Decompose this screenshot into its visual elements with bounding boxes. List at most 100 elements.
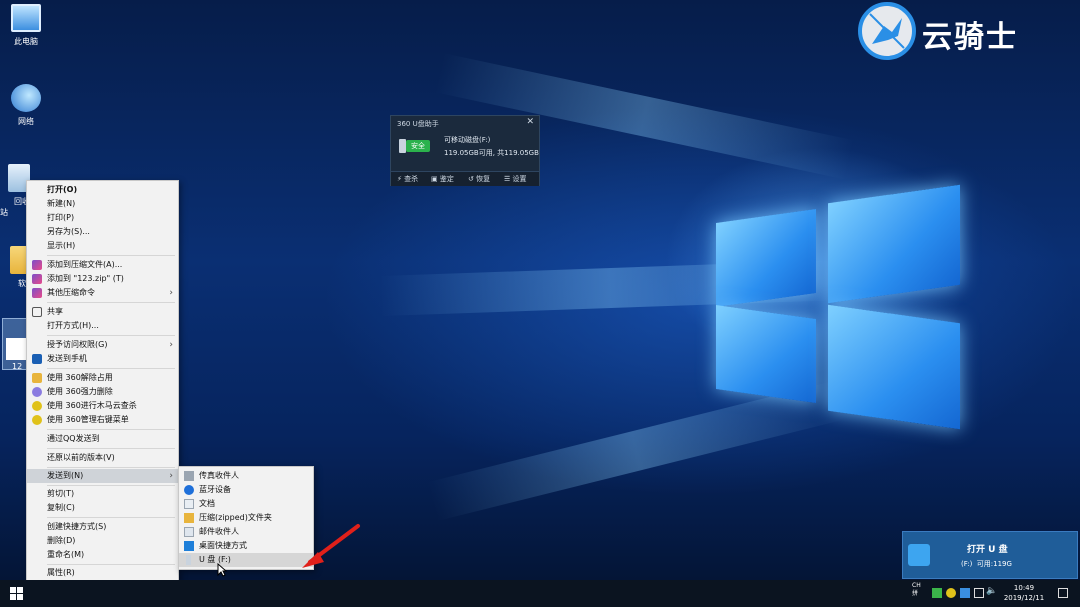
menu-item-360-unlock[interactable]: 使用 360解除占用 [27,371,178,385]
desktop-icon-label: 网络 [18,117,34,126]
menu-separator [47,467,175,468]
winrar-icon [32,288,42,298]
desktop-icon-this-pc[interactable]: 此电脑 [0,4,52,47]
menu-item-new[interactable]: 新建(N) [27,197,178,211]
network-tray-icon[interactable] [974,588,984,598]
menu-separator [47,255,175,256]
desktop-icon-network[interactable]: 网络 [0,84,52,127]
usb-drive-icon [186,555,191,565]
menu-item-print[interactable]: 打印(P) [27,211,178,225]
windows-logo-wallpaper [712,180,964,432]
taskbar-clock[interactable]: 10:49 2019/12/11 [996,583,1052,603]
desktop-icon [184,541,194,551]
popup-title: 360 U盘助手 [397,120,439,128]
sendto-desktop-shortcut[interactable]: 桌面快捷方式 [179,539,313,553]
360-shield-icon [32,415,42,425]
menu-item-360-manage-menu[interactable]: 使用 360管理右键菜单 [27,413,178,427]
sendto-bluetooth[interactable]: 蓝牙设备 [179,483,313,497]
menu-item-360-force-delete[interactable]: 使用 360强力删除 [27,385,178,399]
disk-capacity: 119.05GB可用, 共119.05GB [444,149,539,157]
sendto-usb-drive[interactable]: U 盘 (F:) [179,553,313,567]
menu-item-other-compress[interactable]: 其他压缩命令 › [27,286,178,300]
zip-folder-icon [184,513,194,523]
computer-icon [11,4,41,32]
desktop-icon-label: 12 [12,362,23,371]
menu-item-restore-previous[interactable]: 还原以前的版本(V) [27,451,178,465]
sendto-fax-recipient[interactable]: 传真收件人 [179,469,313,483]
usb-assistant-popup: 360 U盘助手 ✕ 安全 可移动磁盘(F:) 119.05GB可用, 共119… [390,115,540,186]
menu-separator [47,302,175,303]
toast-title: 打开 U 盘 [967,545,1008,555]
desktop-icon-label: 软 [18,279,26,288]
menu-separator [47,485,175,486]
usb-shield-icon [908,544,930,566]
360-shield-icon [32,401,42,411]
menu-separator [47,368,175,369]
menu-item-create-shortcut[interactable]: 创建快捷方式(S) [27,520,178,534]
volume-icon[interactable]: 🔈 [986,586,997,596]
winrar-icon [32,260,42,270]
menu-item-open-with[interactable]: 打开方式(H)... [27,319,178,333]
disk-name: 可移动磁盘(F:) [444,136,491,144]
safe-status-badge: 安全 [406,140,430,152]
360-tray-icon[interactable] [946,588,956,598]
sendto-zip-folder[interactable]: 压缩(zipped)文件夹 [179,511,313,525]
input-language-indicator[interactable]: CH 拼 [912,582,921,598]
menu-item-save-as[interactable]: 另存为(S)... [27,225,178,239]
chevron-right-icon: › [169,340,173,350]
notification-icon[interactable] [1058,588,1068,598]
context-menu: 打开(O) 新建(N) 打印(P) 另存为(S)... 显示(H) 添加到压缩文… [26,180,179,581]
usb-drive-icon [399,139,406,153]
menu-item-delete[interactable]: 删除(D) [27,534,178,548]
menu-item-cut[interactable]: 剪切(T) [27,487,178,501]
restore-button[interactable]: ↺ 恢复 [468,174,490,184]
network-icon [11,84,41,112]
menu-separator [47,335,175,336]
desktop-icon-label: 此电脑 [14,37,38,46]
start-button[interactable] [10,587,23,600]
send-to-submenu: 传真收件人 蓝牙设备 文档 压缩(zipped)文件夹 邮件收件人 桌面快捷方式… [178,466,314,570]
menu-item-show[interactable]: 显示(H) [27,239,178,253]
menu-separator [47,429,175,430]
yunqishi-logo: 云骑士 [858,2,1063,68]
fax-icon [184,471,194,481]
menu-item-send-to-phone[interactable]: 发送到手机 [27,352,178,366]
scan-button[interactable]: ⚡ 查杀 [397,174,418,184]
identify-button[interactable]: ▣ 鉴定 [431,174,454,184]
menu-item-add-to-zip[interactable]: 添加到 "123.zip" (T) [27,272,178,286]
menu-item-share[interactable]: 共享 [27,305,178,319]
menu-item-send-via-qq[interactable]: 通过QQ发送到 [27,432,178,446]
annotation-arrow [302,524,360,568]
battery-icon[interactable] [932,588,942,598]
menu-item-copy[interactable]: 复制(C) [27,501,178,515]
logo-text: 云骑士 [922,20,1018,55]
menu-item-add-to-archive[interactable]: 添加到压缩文件(A)... [27,258,178,272]
mouse-cursor-icon [217,563,227,577]
menu-item-properties[interactable]: 属性(R) [27,566,178,580]
menu-item-send-to[interactable]: 发送到(N) › [27,469,178,483]
knight-logo-icon [858,2,916,60]
share-icon [32,307,42,317]
taskbar: CH 拼 🔈 10:49 2019/12/11 [0,580,1080,607]
menu-item-grant-access[interactable]: 授予访问权限(G) › [27,338,178,352]
settings-button[interactable]: ☰ 设置 [504,174,527,184]
open-usb-toast[interactable]: 打开 U 盘 (F:) 可用:119G [902,531,1078,579]
toast-info: (F:) 可用:119G [961,560,1012,568]
mail-icon [184,527,194,537]
popup-action-bar: ⚡ 查杀 ▣ 鉴定 ↺ 恢复 ☰ 设置 [391,171,539,186]
menu-separator [47,564,175,565]
usb-tray-icon[interactable] [960,588,970,598]
unlock-icon [32,373,42,383]
close-icon[interactable]: ✕ [526,117,534,127]
sendto-documents[interactable]: 文档 [179,497,313,511]
menu-item-open[interactable]: 打开(O) [27,183,178,197]
chevron-right-icon: › [169,471,173,481]
bluetooth-icon [184,485,194,495]
menu-item-rename[interactable]: 重命名(M) [27,548,178,562]
menu-item-360-trojan-scan[interactable]: 使用 360进行木马云查杀 [27,399,178,413]
winrar-icon [32,274,42,284]
sendto-mail-recipient[interactable]: 邮件收件人 [179,525,313,539]
phone-icon [32,354,42,364]
menu-separator [47,448,175,449]
chevron-right-icon: › [169,288,173,298]
